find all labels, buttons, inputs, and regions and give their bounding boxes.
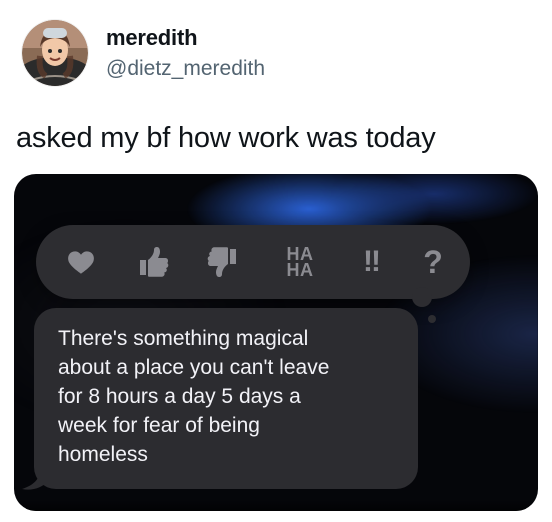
haha-line-2: HA (286, 260, 314, 280)
double-exclamation-icon: !! (363, 245, 381, 278)
attached-screenshot[interactable]: HA HA !! ? There's something magical abo… (14, 174, 538, 511)
bottom-shadow (14, 499, 538, 511)
tweet-text: asked my bf how work was today (16, 122, 436, 154)
haha-icon: HA HA (278, 239, 322, 285)
tapback-heart[interactable] (64, 239, 98, 285)
tapback-haha[interactable]: HA HA (272, 239, 328, 285)
thumbs-up-icon (135, 247, 169, 277)
tapback-question[interactable]: ? (416, 239, 450, 285)
tapback-bar: HA HA !! ? (36, 225, 470, 299)
user-meta: meredith @dietz_meredith (106, 25, 265, 81)
heart-icon (67, 249, 95, 275)
message-bubble[interactable]: There's something magical about a place … (34, 308, 418, 489)
tapback-pointer-dot (412, 287, 432, 307)
thumbs-down-icon (207, 247, 241, 277)
message-bubble-tail (22, 469, 48, 490)
tapback-thumbs-up[interactable] (132, 239, 172, 285)
tapback-emphasize[interactable]: !! (350, 239, 392, 285)
question-icon: ? (423, 244, 443, 280)
avatar[interactable] (22, 20, 88, 86)
tweet-header: meredith @dietz_meredith (22, 17, 532, 89)
tapback-thumbs-down[interactable] (204, 239, 244, 285)
display-name[interactable]: meredith (106, 25, 265, 51)
user-handle[interactable]: @dietz_meredith (106, 57, 265, 81)
message-text: There's something magical about a place … (58, 327, 330, 466)
tapback-pointer-dot-small (428, 315, 436, 323)
